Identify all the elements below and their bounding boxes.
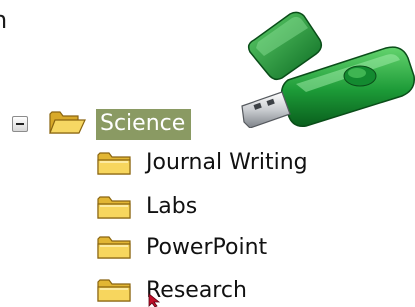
folder-tree: Science Journal Writing Labs PowerPoint …: [0, 0, 415, 307]
folder-icon: [97, 236, 131, 259]
folder-icon: [97, 196, 131, 219]
tree-item-research[interactable]: Research: [146, 280, 247, 302]
tree-item-powerpoint[interactable]: PowerPoint: [146, 237, 267, 259]
folder-open-icon: [49, 111, 86, 134]
mouse-cursor-icon: [148, 293, 160, 307]
collapse-toggle[interactable]: [12, 116, 28, 132]
tree-item-science[interactable]: Science: [96, 109, 192, 140]
folder-icon: [97, 279, 131, 302]
tree-item-journal-writing[interactable]: Journal Writing: [146, 152, 308, 174]
tree-item-labs[interactable]: Labs: [146, 196, 197, 218]
folder-icon: [97, 152, 131, 175]
